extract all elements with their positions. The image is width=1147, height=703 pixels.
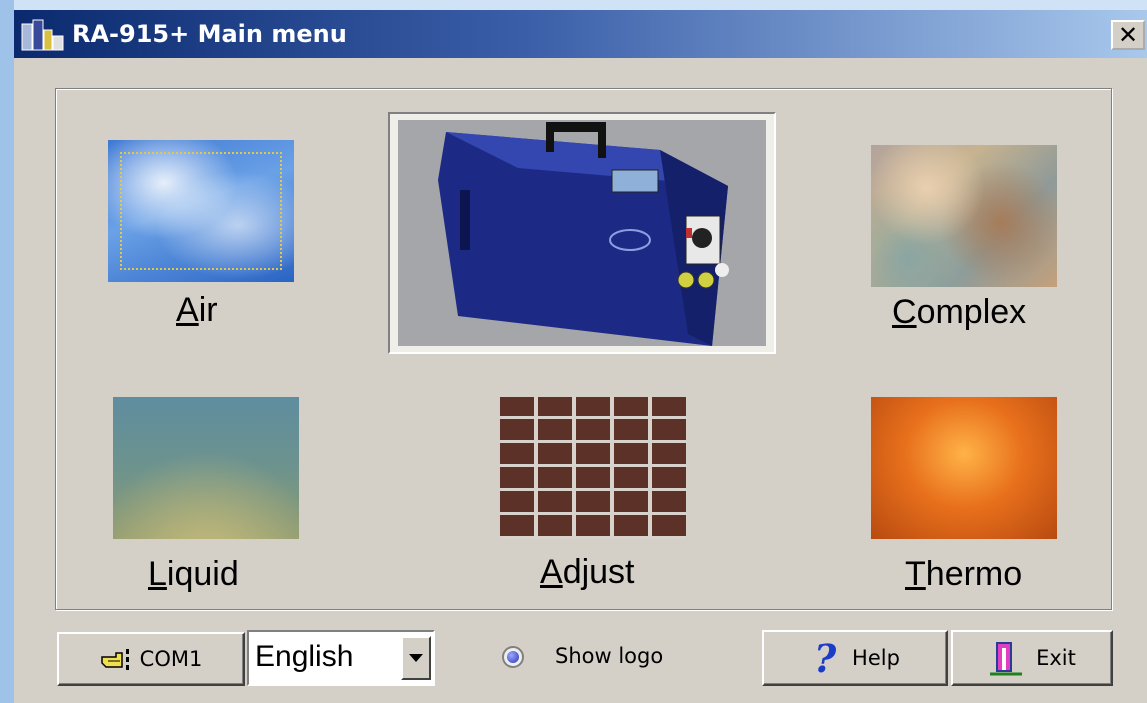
exit-button[interactable]: Exit <box>951 630 1113 686</box>
thermo-accesskey: T <box>905 555 926 593</box>
device-frame <box>388 112 776 354</box>
air-button[interactable]: Air <box>176 291 218 330</box>
show-logo-radio[interactable] <box>502 646 524 668</box>
language-select[interactable]: English <box>247 630 435 686</box>
thermo-button[interactable]: Thermo <box>905 555 1022 594</box>
device-drawing <box>398 120 766 346</box>
dropdown-arrow-icon[interactable] <box>401 636 431 680</box>
language-value: English <box>255 640 354 673</box>
water-image[interactable] <box>113 397 299 539</box>
marble-image[interactable] <box>871 145 1057 287</box>
adjust-accesskey: A <box>540 553 563 591</box>
show-logo-label: Show logo <box>555 644 664 668</box>
question-mark-icon: ? <box>814 638 837 678</box>
pointing-hand-icon <box>100 649 129 670</box>
selection-frame <box>120 152 282 270</box>
title-bar[interactable]: RA-915+ Main menu ✕ <box>14 10 1147 58</box>
complex-label-rest: omplex <box>916 293 1027 331</box>
close-button[interactable]: ✕ <box>1111 20 1145 50</box>
app-icon <box>21 19 64 51</box>
adjust-label-rest: djust <box>562 553 635 591</box>
com-port-button[interactable]: COM1 <box>57 632 245 686</box>
air-label-rest: ir <box>198 291 218 329</box>
help-button[interactable]: ? Help <box>762 630 948 686</box>
exit-label: Exit <box>1036 646 1076 670</box>
main-menu-window: RA-915+ Main menu ✕ Air Complex Liquid A… <box>14 10 1147 703</box>
svg-text:?: ? <box>814 638 837 678</box>
fire-image[interactable] <box>871 397 1057 539</box>
desktop-left-strip <box>0 0 14 703</box>
help-label: Help <box>852 646 900 670</box>
brick-image[interactable] <box>500 397 686 539</box>
sky-image[interactable] <box>108 140 294 282</box>
exit-door-icon <box>990 642 1023 676</box>
thermo-label-rest: hermo <box>925 555 1023 593</box>
adjust-button[interactable]: Adjust <box>540 553 635 592</box>
air-accesskey: A <box>176 291 199 329</box>
complex-button[interactable]: Complex <box>892 293 1026 332</box>
liquid-label-rest: iquid <box>166 555 239 593</box>
desktop-top-strip <box>0 0 1147 10</box>
close-icon: ✕ <box>1117 21 1139 49</box>
analyzer-device-image <box>398 120 766 346</box>
com-port-label: COM1 <box>139 647 203 671</box>
liquid-button[interactable]: Liquid <box>148 555 239 594</box>
radio-dot-icon <box>507 651 519 663</box>
window-title: RA-915+ Main menu <box>72 20 347 48</box>
complex-accesskey: C <box>892 293 917 331</box>
liquid-accesskey: L <box>148 555 167 593</box>
